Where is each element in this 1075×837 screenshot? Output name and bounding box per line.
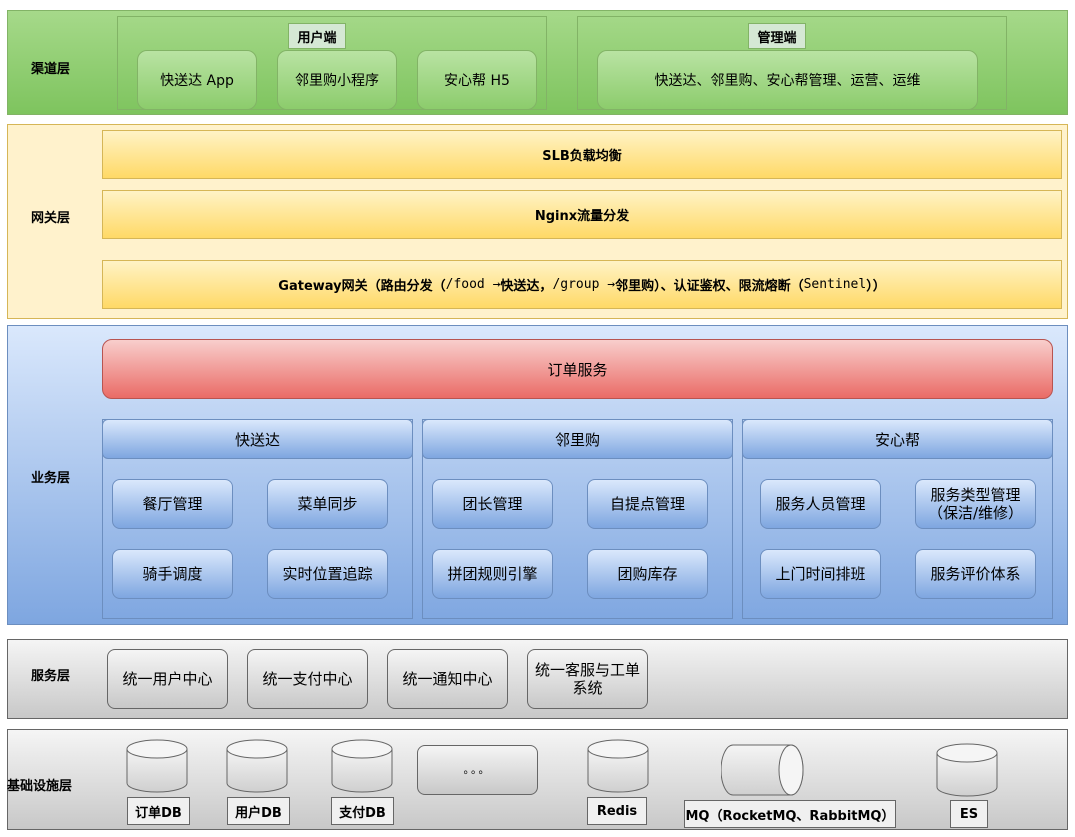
service-type-management[interactable]: 服务类型管理 （保洁/维修）: [915, 479, 1036, 529]
order-service[interactable]: 订单服务: [102, 339, 1053, 399]
order-db-label: 订单DB: [127, 797, 190, 825]
gateway-sentinel: Sentinel: [803, 277, 867, 292]
pickup-point-management[interactable]: 自提点管理: [587, 479, 708, 529]
user-db-label: 用户DB: [227, 797, 290, 825]
rider-dispatch[interactable]: 骑手调度: [112, 549, 233, 599]
gateway-text-mid1: 快送达，: [500, 279, 553, 294]
admin-side-title: 管理端: [748, 23, 806, 49]
user-side-title: 用户端: [288, 23, 346, 49]
gateway-text-prefix: Gateway网关（路由分发（: [278, 279, 446, 294]
pay-db-cylinder-icon: [331, 739, 393, 793]
channel-item-admin-ops[interactable]: 快送达、邻里购、安心帮管理、运营、运维: [597, 50, 978, 110]
slb-load-balancer[interactable]: SLB负载均衡: [102, 130, 1062, 179]
channel-item-kuaisongda-app[interactable]: 快送达 App: [137, 50, 257, 110]
biz-group-kuaisongda-title[interactable]: 快送达: [102, 419, 413, 459]
more-infra-placeholder: 。。。: [417, 745, 538, 795]
channel-item-anxinbang-h5[interactable]: 安心帮 H5: [417, 50, 537, 110]
restaurant-management[interactable]: 餐厅管理: [112, 479, 233, 529]
pay-db-label: 支付DB: [331, 797, 394, 825]
user-db-cylinder-icon: [226, 739, 288, 793]
unified-payment-center[interactable]: 统一支付中心: [247, 649, 368, 709]
gateway-route-food: /food →: [445, 277, 501, 292]
service-layer-label: 服务层: [31, 669, 71, 684]
nginx-traffic-dispatch[interactable]: Nginx流量分发: [102, 190, 1062, 239]
group-buy-rule-engine[interactable]: 拼团规则引擎: [432, 549, 553, 599]
redis-cylinder-icon: [587, 739, 649, 793]
gateway-text-mid2: 邻里购）、认证鉴权、限流熔断（: [615, 279, 804, 294]
biz-group-linligou-title[interactable]: 邻里购: [422, 419, 733, 459]
gateway-router[interactable]: Gateway网关（路由分发（/food → 快送达，/group → 邻里购）…: [102, 260, 1062, 309]
realtime-location-tracking[interactable]: 实时位置追踪: [267, 549, 388, 599]
onsite-time-scheduling[interactable]: 上门时间排班: [760, 549, 881, 599]
order-db-cylinder-icon: [126, 739, 188, 793]
es-cylinder-icon: [936, 743, 998, 797]
mq-label: MQ（RocketMQ、RabbitMQ）: [684, 800, 896, 828]
channel-layer-label: 渠道层: [31, 62, 71, 77]
gateway-route-group: /group →: [552, 277, 616, 292]
infra-layer-label: 基础设施层: [7, 779, 73, 794]
group-buy-inventory[interactable]: 团购库存: [587, 549, 708, 599]
unified-customer-service-ticket[interactable]: 统一客服与工单 系统: [527, 649, 648, 709]
unified-user-center[interactable]: 统一用户中心: [107, 649, 228, 709]
es-label: ES: [950, 800, 988, 828]
gateway-text-suffix: ））: [866, 279, 886, 294]
business-layer-label: 业务层: [31, 471, 71, 486]
mq-queue-icon: [721, 744, 804, 796]
biz-group-anxinbang-title[interactable]: 安心帮: [742, 419, 1053, 459]
service-staff-management[interactable]: 服务人员管理: [760, 479, 881, 529]
menu-sync[interactable]: 菜单同步: [267, 479, 388, 529]
channel-item-linligou-miniprogram[interactable]: 邻里购小程序: [277, 50, 397, 110]
group-leader-management[interactable]: 团长管理: [432, 479, 553, 529]
redis-label: Redis: [587, 797, 647, 825]
unified-notification-center[interactable]: 统一通知中心: [387, 649, 508, 709]
gateway-layer-label: 网关层: [31, 211, 71, 226]
service-rating-system[interactable]: 服务评价体系: [915, 549, 1036, 599]
